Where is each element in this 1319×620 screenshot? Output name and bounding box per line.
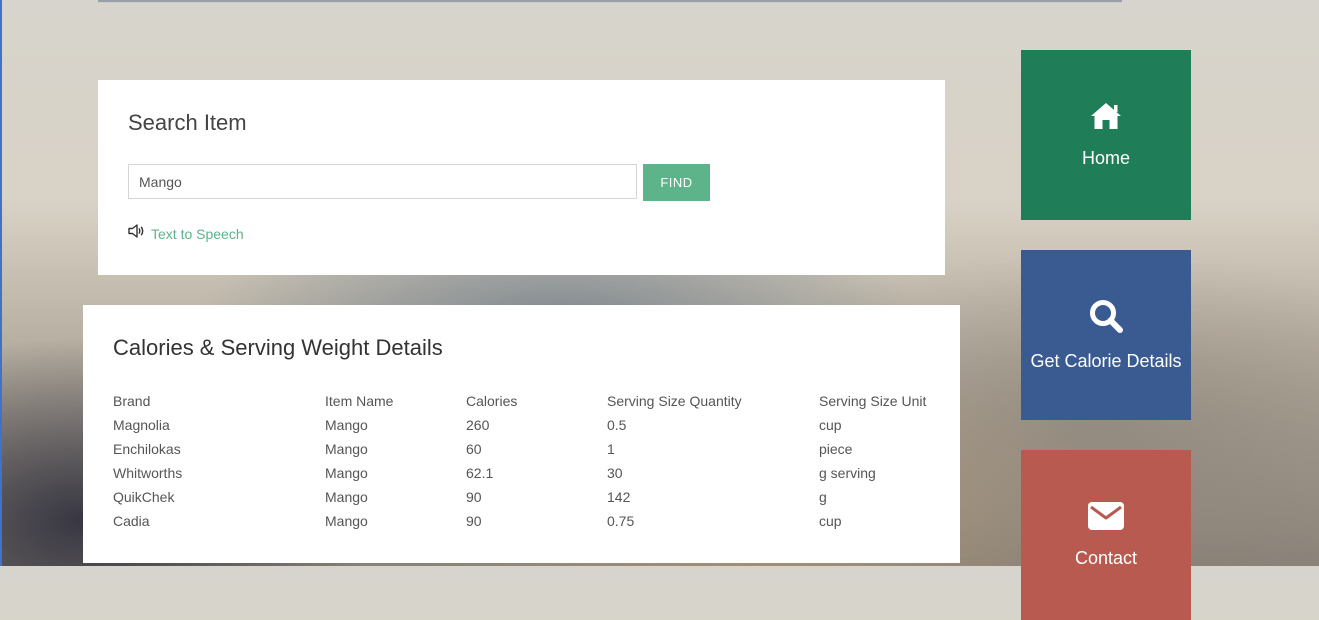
column-header: Serving Size Quantity bbox=[607, 393, 742, 409]
table-cell: cup bbox=[819, 417, 842, 433]
table-cell: 1 bbox=[607, 441, 615, 457]
home-tile-label: Home bbox=[1081, 148, 1130, 168]
table-cell: 90 bbox=[466, 489, 482, 505]
table-cell: 90 bbox=[466, 513, 482, 529]
table-cell: 142 bbox=[607, 489, 631, 505]
table-cell: 0.75 bbox=[607, 513, 635, 529]
table-cell: Mango bbox=[325, 489, 368, 505]
table-row: Cadia Mango 90 0.75 cup bbox=[113, 509, 939, 533]
table-cell: Magnolia bbox=[113, 417, 170, 433]
envelope-icon bbox=[1087, 501, 1125, 536]
search-input[interactable] bbox=[128, 164, 637, 199]
home-tile[interactable]: Home bbox=[1021, 50, 1191, 220]
column-header: Brand bbox=[113, 393, 151, 409]
table-cell: Mango bbox=[325, 465, 368, 481]
table-cell: 60 bbox=[466, 441, 482, 457]
search-card: Search Item FIND Text to Speech bbox=[98, 80, 945, 275]
table-cell: Mango bbox=[325, 441, 368, 457]
text-to-speech-label: Text to Speech bbox=[151, 225, 244, 242]
table-cell: 260 bbox=[466, 417, 490, 433]
details-card: Calories & Serving Weight Details Brand … bbox=[83, 305, 960, 563]
table-cell: Mango bbox=[325, 513, 368, 529]
table-row: Whitworths Mango 62.1 30 g serving bbox=[113, 461, 939, 485]
get-calorie-details-label: Get Calorie Details bbox=[1030, 351, 1182, 371]
table-row: Magnolia Mango 260 0.5 cup bbox=[113, 413, 939, 437]
find-button[interactable]: FIND bbox=[643, 164, 710, 201]
text-to-speech-link[interactable]: Text to Speech bbox=[128, 224, 244, 243]
top-bar bbox=[98, 0, 1122, 3]
column-header: Item Name bbox=[325, 393, 394, 409]
table-cell: 0.5 bbox=[607, 417, 627, 433]
table-cell: Cadia bbox=[113, 513, 150, 529]
column-header: Calories bbox=[466, 393, 518, 409]
column-header: Serving Size Unit bbox=[819, 393, 927, 409]
table-cell: piece bbox=[819, 441, 853, 457]
table-cell: g bbox=[819, 489, 827, 505]
table-cell: QuikChek bbox=[113, 489, 175, 505]
table-cell: cup bbox=[819, 513, 842, 529]
table-row: QuikChek Mango 90 142 g bbox=[113, 485, 939, 509]
table-cell: Whitworths bbox=[113, 465, 183, 481]
contact-tile[interactable]: Contact bbox=[1021, 450, 1191, 620]
speaker-icon bbox=[128, 224, 145, 243]
table-cell: Enchilokas bbox=[113, 441, 181, 457]
details-table: Brand Item Name Calories Serving Size Qu… bbox=[113, 389, 939, 533]
table-row: Enchilokas Mango 60 1 piece bbox=[113, 437, 939, 461]
table-cell: g serving bbox=[819, 465, 876, 481]
search-title: Search Item bbox=[128, 110, 247, 135]
table-cell: 62.1 bbox=[466, 465, 494, 481]
window-left-border bbox=[0, 0, 2, 566]
get-calorie-details-tile[interactable]: Get Calorie Details bbox=[1021, 250, 1191, 420]
details-title: Calories & Serving Weight Details bbox=[113, 335, 443, 360]
table-header-row: Brand Item Name Calories Serving Size Qu… bbox=[113, 389, 939, 413]
table-cell: 30 bbox=[607, 465, 623, 481]
search-icon bbox=[1088, 298, 1124, 339]
home-icon bbox=[1089, 101, 1123, 136]
table-cell: Mango bbox=[325, 417, 368, 433]
